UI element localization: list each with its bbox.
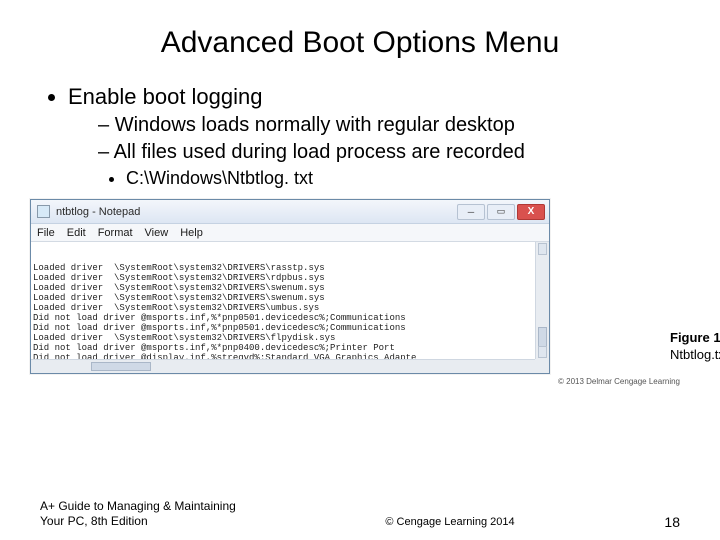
maximize-button[interactable]: ▭ — [487, 204, 515, 220]
bullet-list: Enable boot logging Windows loads normal… — [68, 84, 680, 189]
figure-caption: Figure 14-14 Sample Ntbtlog.txt file — [670, 330, 720, 364]
notepad-window: ntbtlog - Notepad ─ ▭ X File Edit Format… — [30, 199, 550, 374]
slide-title: Advanced Boot Options Menu — [40, 26, 680, 60]
figure-wrapper: ntbtlog - Notepad ─ ▭ X File Edit Format… — [30, 199, 680, 374]
page-number: 18 — [640, 514, 680, 530]
hscroll-thumb[interactable] — [91, 362, 151, 371]
vertical-scrollbar[interactable] — [535, 242, 549, 359]
subsub-bullet-1: C:\Windows\Ntbtlog. txt — [126, 168, 680, 189]
menubar: File Edit Format View Help — [31, 224, 549, 242]
sub-bullet-2: All files used during load process are r… — [98, 141, 680, 164]
minimize-button[interactable]: ─ — [457, 204, 485, 220]
slide: Advanced Boot Options Menu Enable boot l… — [0, 0, 720, 540]
window-title: ntbtlog - Notepad — [56, 206, 140, 218]
footer-copyright: © Cengage Learning 2014 — [260, 516, 640, 530]
window-buttons: ─ ▭ X — [457, 204, 545, 220]
bullet-text: Enable boot logging — [68, 84, 263, 109]
menu-help[interactable]: Help — [180, 227, 203, 239]
bullet-sublist: Windows loads normally with regular desk… — [98, 114, 680, 164]
footer-book-title: A+ Guide to Managing & Maintaining Your … — [40, 499, 260, 530]
text-content: Loaded driver \SystemRoot\system32\DRIVE… — [33, 263, 547, 373]
titlebar: ntbtlog - Notepad ─ ▭ X — [31, 200, 549, 224]
footer: A+ Guide to Managing & Maintaining Your … — [40, 499, 680, 530]
bullet-subsublist: C:\Windows\Ntbtlog. txt — [126, 168, 680, 189]
menu-format[interactable]: Format — [98, 227, 133, 239]
horizontal-scrollbar[interactable] — [31, 359, 535, 373]
close-button[interactable]: X — [517, 204, 545, 220]
menu-file[interactable]: File — [37, 227, 55, 239]
figure-number: Figure 14-14 — [670, 330, 720, 345]
vscroll-thumb[interactable] — [538, 327, 547, 357]
menu-edit[interactable]: Edit — [67, 227, 86, 239]
text-area[interactable]: Loaded driver \SystemRoot\system32\DRIVE… — [31, 242, 549, 373]
bullet-item-1: Enable boot logging Windows loads normal… — [68, 84, 680, 189]
menu-view[interactable]: View — [145, 227, 169, 239]
scroll-corner — [535, 359, 549, 373]
notepad-icon — [37, 205, 50, 218]
figure-credit: © 2013 Delmar Cengage Learning — [558, 377, 680, 386]
sub-bullet-1: Windows loads normally with regular desk… — [98, 114, 680, 137]
